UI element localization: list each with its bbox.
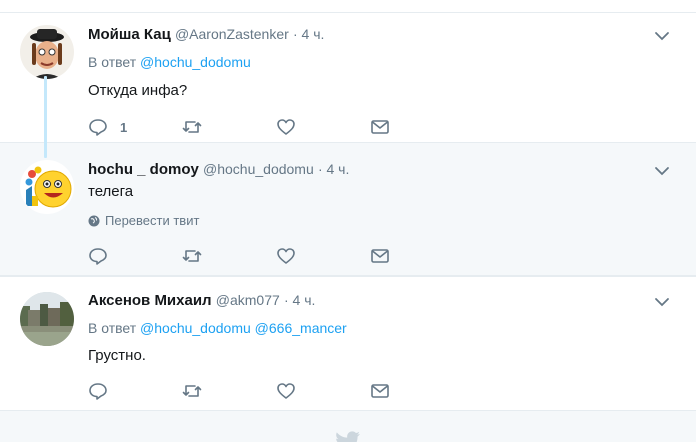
avatar[interactable] (20, 160, 74, 214)
thread-connector (44, 76, 47, 158)
reply-mention[interactable]: @hochu_dodomu (140, 320, 251, 336)
reply-count: 1 (120, 119, 128, 135)
tweet-header: Аксенов Михаил @akm077 · 4 ч. (88, 292, 315, 309)
avatar-image (20, 25, 74, 79)
heart-icon (277, 248, 295, 264)
avatar[interactable] (20, 25, 74, 79)
retweet-button[interactable] (182, 246, 276, 266)
translate-label[interactable]: Перевести твит (105, 213, 199, 228)
tweet-text: телега (88, 183, 134, 200)
twitter-bird-icon (336, 431, 360, 442)
chevron-down-icon[interactable] (654, 294, 670, 310)
avatar-image (20, 160, 74, 214)
reply-icon (89, 383, 107, 400)
timestamp[interactable]: · 4 ч. (284, 292, 315, 308)
reply-icon (89, 248, 107, 265)
dm-button[interactable] (370, 117, 464, 137)
heart-icon (277, 119, 295, 135)
globe-icon (88, 215, 100, 226)
like-button[interactable] (276, 117, 370, 137)
author-name[interactable]: Мойша Кац (88, 26, 171, 43)
dm-button[interactable] (370, 246, 464, 266)
tweet-header: hochu _ domoy @hochu_dodomu · 4 ч. (88, 161, 349, 178)
timestamp[interactable]: · 4 ч. (318, 161, 349, 177)
author-handle[interactable]: @hochu_dodomu (203, 161, 314, 177)
tweet-text: Грустно. (88, 347, 146, 364)
tweet-actions (88, 381, 464, 401)
retweet-icon (182, 385, 202, 397)
author-name[interactable]: Аксенов Михаил (88, 292, 212, 309)
envelope-icon (371, 249, 389, 263)
reply-context: В ответ @hochu_dodomu @666_mancer (88, 320, 347, 336)
retweet-icon (182, 250, 202, 262)
dm-button[interactable] (370, 381, 464, 401)
tweet-3[interactable]: Аксенов Михаил @akm077 · 4 ч. В ответ @h… (0, 277, 696, 411)
tweet-actions (88, 246, 464, 266)
timestamp[interactable]: · 4 ч. (293, 26, 324, 42)
reply-button[interactable] (88, 381, 182, 401)
avatar[interactable] (20, 292, 74, 346)
timeline-end (0, 411, 696, 442)
tweet-2[interactable]: hochu _ domoy @hochu_dodomu · 4 ч. телег… (0, 143, 696, 276)
envelope-icon (371, 384, 389, 398)
avatar-image (20, 292, 74, 346)
reply-button[interactable]: 1 (88, 117, 182, 137)
chevron-down-icon[interactable] (654, 28, 670, 44)
retweet-button[interactable] (182, 117, 276, 137)
heart-icon (277, 383, 295, 399)
reply-mention[interactable]: @666_mancer (255, 320, 347, 336)
author-handle[interactable]: @akm077 (216, 292, 280, 308)
tweet-1[interactable]: Мойша Кац @AaronZastenker · 4 ч. В ответ… (0, 12, 696, 143)
translate-link[interactable]: Перевести твит (88, 213, 199, 228)
like-button[interactable] (276, 246, 370, 266)
reply-context: В ответ @hochu_dodomu (88, 54, 251, 70)
reply-prefix: В ответ (88, 54, 137, 70)
retweet-button[interactable] (182, 381, 276, 401)
like-button[interactable] (276, 381, 370, 401)
reply-button[interactable] (88, 246, 182, 266)
tweet-header: Мойша Кац @AaronZastenker · 4 ч. (88, 26, 324, 43)
reply-icon (89, 119, 107, 136)
author-name[interactable]: hochu _ domoy (88, 161, 199, 178)
retweet-icon (182, 121, 202, 133)
reply-mention[interactable]: @hochu_dodomu (140, 54, 251, 70)
tweet-actions: 1 (88, 117, 464, 137)
top-divider (0, 0, 696, 12)
envelope-icon (371, 120, 389, 134)
chevron-down-icon[interactable] (654, 163, 670, 179)
tweet-text: Откуда инфа? (88, 82, 188, 99)
reply-feed: Мойша Кац @AaronZastenker · 4 ч. В ответ… (0, 0, 696, 442)
reply-prefix: В ответ (88, 320, 137, 336)
author-handle[interactable]: @AaronZastenker (175, 26, 289, 42)
